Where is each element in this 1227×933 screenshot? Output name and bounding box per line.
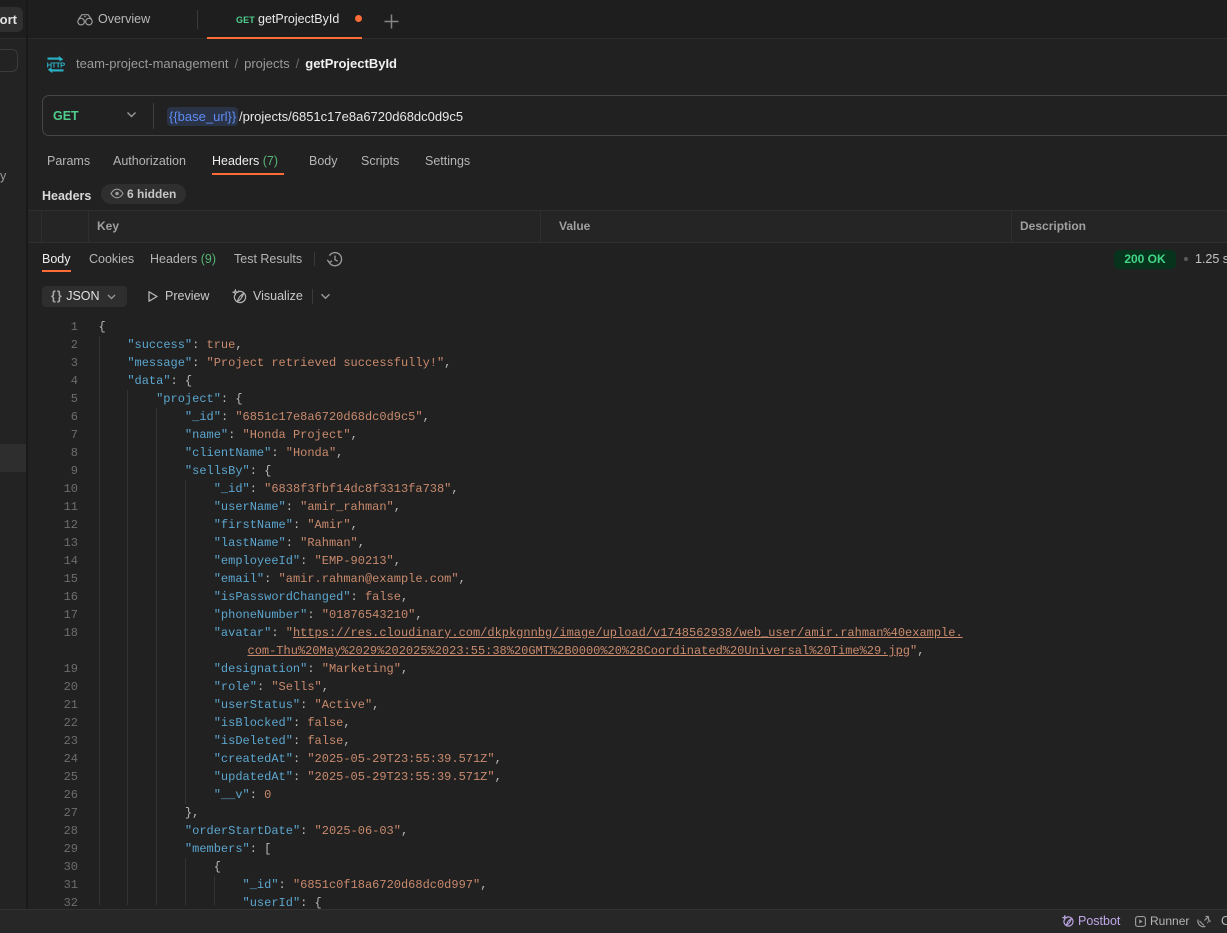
svg-text:HTTP: HTTP	[47, 61, 65, 70]
